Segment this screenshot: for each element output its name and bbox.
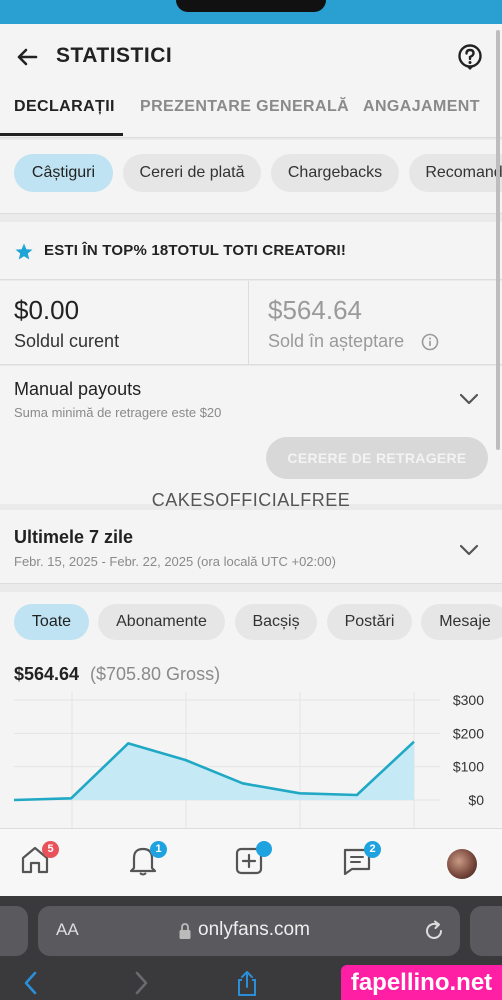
tab-angajament[interactable]: ANGAJAMENT — [363, 98, 480, 116]
lock-icon — [179, 923, 191, 939]
star-icon — [15, 243, 33, 260]
reader-options-button[interactable]: AA — [56, 920, 79, 940]
payouts-title: Manual payouts — [14, 379, 142, 399]
bottom-navigation: 5 1 2 — [0, 828, 502, 896]
current-balance-label: Soldul curent — [14, 331, 120, 351]
reload-icon[interactable] — [422, 919, 446, 943]
page-title: STATISTICI — [56, 44, 173, 67]
app-header: STATISTICI — [0, 24, 502, 88]
manual-payouts-section: Manual payouts Suma minimă de retragere … — [0, 366, 502, 504]
balance-divider — [248, 281, 249, 365]
device-notch — [176, 0, 326, 12]
chevron-down-icon[interactable] — [458, 543, 480, 557]
site-watermark: fapellino.net — [341, 965, 502, 1000]
tab-declaratii[interactable]: DECLARAȚII — [14, 98, 115, 116]
payouts-min-note: Suma minimă de retragere este $20 — [14, 405, 222, 420]
notification-badge: 5 — [42, 841, 59, 858]
info-icon[interactable] — [421, 333, 439, 351]
period-title: Ultimele 7 zile — [14, 527, 134, 547]
chart-ytick-label: $300 — [453, 692, 484, 708]
banner-text: ESTI ÎN TOP% 18TOTUL TOTI CREATORI! — [44, 242, 347, 259]
nav-home[interactable]: 5 — [18, 841, 59, 877]
chart-ytick-label: $0 — [468, 792, 484, 808]
chip-castiguri[interactable]: Câștiguri — [14, 154, 113, 192]
active-tab-indicator — [0, 133, 123, 136]
withdraw-request-button[interactable]: CERERE DE RETRAGERE — [266, 437, 488, 479]
help-icon[interactable] — [456, 43, 484, 71]
notification-badge: 1 — [150, 841, 167, 858]
back-arrow-icon[interactable] — [12, 42, 42, 72]
period-selector[interactable]: Ultimele 7 zile Febr. 15, 2025 - Febr. 2… — [0, 510, 502, 584]
notification-badge: 2 — [364, 841, 381, 858]
nav-new-post[interactable] — [232, 841, 272, 877]
scrollbar[interactable] — [496, 30, 500, 450]
url-text: onlyfans.com — [198, 919, 310, 940]
chip-mesaje[interactable]: Mesaje — [421, 604, 502, 640]
net-total: $564.64 — [14, 664, 80, 684]
creator-watermark: CAKESOFFICIALFREE — [151, 490, 351, 510]
avatar[interactable] — [447, 849, 477, 879]
previous-tab-preview[interactable] — [0, 906, 28, 956]
statistics-tabs: DECLARAȚII PREZENTARE GENERALĂ ANGAJAMEN… — [0, 88, 502, 138]
balances-panel: $0.00 Soldul curent $564.64 Sold în aște… — [0, 281, 502, 365]
chip-cereri-de-plata[interactable]: Cereri de plată — [123, 154, 261, 192]
gross-total: ($705.80 Gross) — [90, 664, 221, 684]
chart-ytick-label: $100 — [453, 759, 484, 775]
chip-postari[interactable]: Postări — [327, 604, 412, 640]
pending-balance-label: Sold în așteptare — [268, 331, 405, 351]
period-range: Febr. 15, 2025 - Febr. 22, 2025 (ora loc… — [14, 554, 336, 569]
nav-messages[interactable]: 2 — [340, 841, 381, 877]
chip-abonamente[interactable]: Abonamente — [98, 604, 225, 640]
chip-toate[interactable]: Toate — [14, 604, 89, 640]
notification-dot — [256, 841, 272, 857]
share-icon[interactable] — [234, 970, 260, 996]
chip-recomandari[interactable]: Recomand — [409, 154, 502, 192]
earnings-section: Toate Abonamente Bacșiș Postări Mesaje $… — [0, 592, 502, 828]
tab-prezentare-generala[interactable]: PREZENTARE GENERALĂ — [140, 98, 349, 116]
forward-icon[interactable] — [128, 970, 154, 996]
earnings-chart: $300 $200 $100 $0 — [13, 692, 484, 828]
chip-bacsis[interactable]: Bacșiș — [235, 604, 317, 640]
current-balance-value: $0.00 — [14, 295, 80, 325]
back-icon[interactable] — [18, 970, 44, 996]
top-creator-banner: ESTI ÎN TOP% 18TOTUL TOTI CREATORI! — [0, 222, 502, 280]
chevron-down-icon[interactable] — [458, 392, 480, 406]
pending-balance-value: $564.64 — [268, 295, 362, 325]
chip-chargebacks[interactable]: Chargebacks — [271, 154, 399, 192]
nav-notifications[interactable]: 1 — [126, 841, 167, 877]
next-tab-preview[interactable] — [470, 906, 502, 956]
chart-ytick-label: $200 — [453, 725, 484, 741]
address-bar[interactable]: AA onlyfans.com — [38, 906, 460, 956]
statement-filter-bar: Câștiguri Cereri de plată Chargebacks Re… — [0, 140, 502, 214]
